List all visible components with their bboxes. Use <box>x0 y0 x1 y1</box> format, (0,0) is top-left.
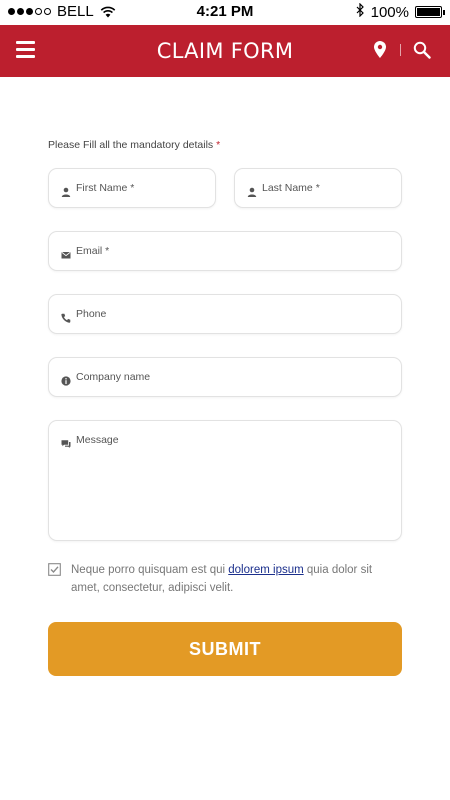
form-intro-text: Please Fill all the mandatory details <box>48 139 214 151</box>
company-placeholder: Company name <box>76 371 151 383</box>
header-divider <box>400 44 401 56</box>
last-name-placeholder: Last Name * <box>262 182 320 194</box>
phone-placeholder: Phone <box>76 308 107 320</box>
first-name-placeholder: First Name * <box>76 182 135 194</box>
status-bar: BELL 4:21 PM 100% <box>0 0 450 25</box>
wifi-icon <box>100 6 116 18</box>
first-name-field[interactable]: First Name * <box>48 168 216 208</box>
location-pin-icon[interactable] <box>373 41 387 64</box>
info-icon <box>61 373 71 386</box>
user-icon <box>247 184 257 197</box>
email-field[interactable]: Email * <box>48 231 402 271</box>
checkbox-checked-icon[interactable] <box>48 563 61 581</box>
battery-icon <box>415 6 445 18</box>
email-placeholder: Email * <box>76 245 110 257</box>
search-icon[interactable] <box>413 41 431 64</box>
bluetooth-icon <box>356 2 365 21</box>
agreement-text-before: Neque porro quisquam est qui <box>71 564 229 576</box>
battery-percent: 100% <box>370 3 409 21</box>
message-placeholder: Message <box>76 434 119 446</box>
company-field[interactable]: Company name <box>48 357 402 397</box>
phone-field[interactable]: Phone <box>48 294 402 334</box>
agreement-link[interactable]: dolorem ipsum <box>228 564 303 576</box>
status-right: 100% <box>356 2 445 21</box>
required-mark: * <box>216 139 221 151</box>
envelope-icon <box>61 247 71 259</box>
menu-icon[interactable] <box>16 41 35 61</box>
chat-icon <box>61 436 71 448</box>
last-name-field[interactable]: Last Name * <box>234 168 402 208</box>
phone-icon <box>61 310 71 323</box>
status-left: BELL <box>8 3 116 20</box>
message-field[interactable]: Message <box>48 420 402 541</box>
agreement-text: Neque porro quisquam est qui dolorem ips… <box>71 561 401 597</box>
app-header: CLAIM FORM <box>0 25 450 77</box>
signal-strength-icon <box>8 8 51 15</box>
submit-button[interactable]: SUBMIT <box>48 622 402 676</box>
carrier-name: BELL <box>57 3 94 20</box>
user-icon <box>61 184 71 197</box>
form-intro: Please Fill all the mandatory details * <box>48 139 220 151</box>
